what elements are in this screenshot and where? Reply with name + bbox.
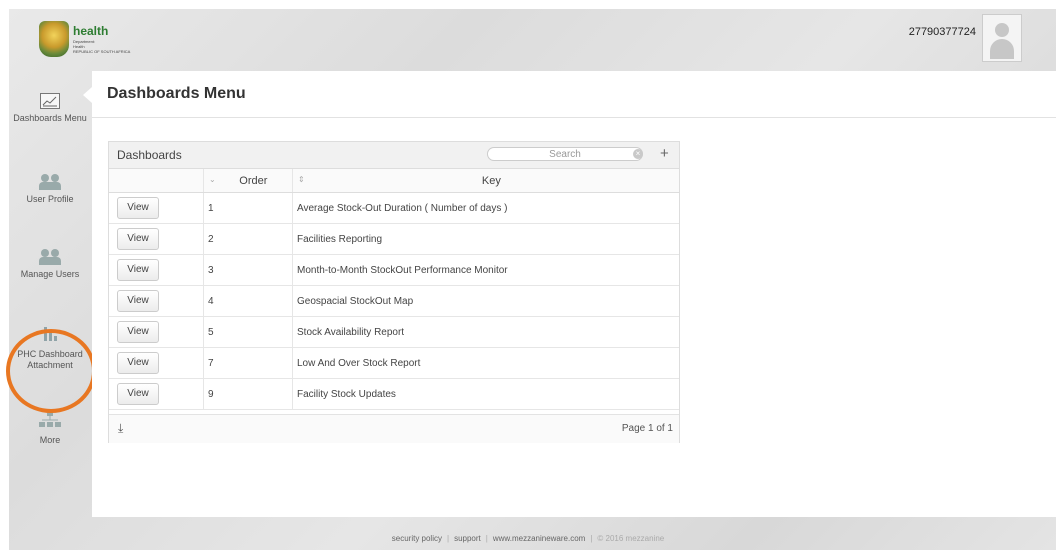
user-id[interactable]: 27790377724 bbox=[909, 26, 976, 38]
pagination-info: Page 1 of 1 bbox=[621, 423, 673, 434]
sort-icon: ⇕ bbox=[298, 174, 305, 184]
coat-of-arms-icon bbox=[39, 21, 69, 57]
key-cell: Facility Stock Updates bbox=[292, 378, 679, 410]
table-row: View 7 Low And Over Stock Report bbox=[109, 347, 679, 379]
sidebar-item-user-profile[interactable]: User Profile bbox=[9, 172, 91, 205]
sidebar: Dashboards Menu User Profile Manage User… bbox=[6, 71, 96, 521]
order-cell: 5 bbox=[203, 316, 293, 348]
logo-subtitle: Department: Health REPUBLIC OF SOUTH AFR… bbox=[73, 39, 131, 54]
search-input[interactable] bbox=[487, 147, 643, 161]
sidebar-item-label: User Profile bbox=[26, 194, 74, 204]
footer: security policy | support | www.mezzaninewar… bbox=[0, 534, 1056, 543]
table-row: View 2 Facilities Reporting bbox=[109, 223, 679, 255]
sort-desc-icon: ⌄ bbox=[209, 174, 216, 184]
sidebar-item-label: Manage Users bbox=[20, 269, 80, 279]
main-content: Dashboards Menu Dashboards × + ⌄ Order bbox=[92, 71, 1056, 517]
order-cell: 3 bbox=[203, 254, 293, 286]
chart-icon bbox=[40, 93, 60, 109]
view-button[interactable]: View bbox=[117, 352, 159, 374]
divider: | bbox=[590, 534, 593, 543]
support-link[interactable]: support bbox=[454, 534, 481, 543]
security-policy-link[interactable]: security policy bbox=[392, 534, 442, 543]
order-cell: 1 bbox=[203, 192, 293, 224]
table-row: View 3 Month-to-Month StockOut Performan… bbox=[109, 254, 679, 286]
key-cell: Geospacial StockOut Map bbox=[292, 285, 679, 317]
add-icon[interactable]: + bbox=[660, 145, 669, 162]
avatar[interactable] bbox=[982, 14, 1022, 62]
key-cell: Stock Availability Report bbox=[292, 316, 679, 348]
view-button[interactable]: View bbox=[117, 383, 159, 405]
view-button[interactable]: View bbox=[117, 228, 159, 250]
sidebar-item-label: Dashboards Menu bbox=[13, 113, 87, 123]
avatar-body bbox=[990, 39, 1014, 59]
sidebar-item-more[interactable]: More bbox=[9, 412, 91, 446]
order-cell: 4 bbox=[203, 285, 293, 317]
highlight-annotation-circle bbox=[6, 329, 96, 413]
sitemap-icon bbox=[9, 412, 91, 431]
order-cell: 2 bbox=[203, 223, 293, 255]
column-header-actions bbox=[109, 169, 204, 193]
table-row: View 1 Average Stock-Out Duration ( Numb… bbox=[109, 192, 679, 224]
header: health Department: Health REPUBLIC OF SO… bbox=[9, 9, 1056, 71]
view-button[interactable]: View bbox=[117, 197, 159, 219]
copyright: © 2016 mezzanine bbox=[597, 534, 665, 543]
divider: | bbox=[485, 534, 488, 543]
sidebar-item-label: More bbox=[39, 435, 61, 445]
view-button[interactable]: View bbox=[117, 259, 159, 281]
column-header-order[interactable]: ⌄ Order bbox=[203, 169, 293, 193]
table-row: View 5 Stock Availability Report bbox=[109, 316, 679, 348]
dashboards-table: ⌄ Order ⇕ Key View 1 Average Stock-Out D… bbox=[109, 169, 679, 410]
panel-title: Dashboards bbox=[117, 148, 182, 162]
key-cell: Month-to-Month StockOut Performance Moni… bbox=[292, 254, 679, 286]
panel-header: Dashboards × + bbox=[109, 142, 679, 169]
page-title: Dashboards Menu bbox=[107, 85, 246, 102]
view-button[interactable]: View bbox=[117, 290, 159, 312]
users-icon bbox=[39, 247, 61, 265]
health-logo[interactable]: health Department: Health REPUBLIC OF SO… bbox=[39, 21, 149, 61]
avatar-head bbox=[995, 23, 1009, 37]
key-cell: Facilities Reporting bbox=[292, 223, 679, 255]
key-cell: Low And Over Stock Report bbox=[292, 347, 679, 379]
view-button[interactable]: View bbox=[117, 321, 159, 343]
table-row: View 9 Facility Stock Updates bbox=[109, 378, 679, 410]
clear-search-icon[interactable]: × bbox=[633, 149, 643, 159]
logo-brand: health bbox=[73, 24, 109, 38]
users-icon bbox=[39, 172, 61, 190]
table-header-row: ⌄ Order ⇕ Key bbox=[109, 169, 679, 193]
divider bbox=[92, 117, 1056, 118]
divider: | bbox=[447, 534, 450, 543]
download-icon[interactable]: ⤓ bbox=[118, 421, 123, 436]
key-cell: Average Stock-Out Duration ( Number of d… bbox=[292, 192, 679, 224]
dashboards-panel: Dashboards × + ⌄ Order ⇕ Key bbox=[108, 141, 680, 443]
order-cell: 7 bbox=[203, 347, 293, 379]
table-row: View 4 Geospacial StockOut Map bbox=[109, 285, 679, 317]
order-cell: 9 bbox=[203, 378, 293, 410]
app-frame: health Department: Health REPUBLIC OF SO… bbox=[6, 9, 1056, 550]
website-link[interactable]: www.mezzanineware.com bbox=[493, 534, 585, 543]
column-header-key[interactable]: ⇕ Key bbox=[292, 169, 679, 193]
sidebar-item-manage-users[interactable]: Manage Users bbox=[9, 247, 91, 280]
panel-footer: ⤓ Page 1 of 1 bbox=[109, 414, 679, 443]
sidebar-item-dashboards-menu[interactable]: Dashboards Menu bbox=[9, 93, 91, 124]
